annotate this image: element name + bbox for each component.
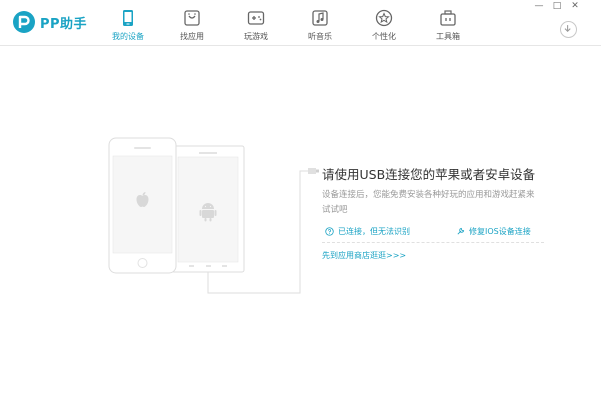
app-name: PP助手 xyxy=(40,16,88,32)
connected-not-recognized-link[interactable]: 已连接，但无法识别 xyxy=(325,226,410,237)
music-note-icon xyxy=(312,10,328,26)
nav-item-toolbox[interactable]: 工具箱 xyxy=(420,0,476,46)
device-illustration xyxy=(108,137,319,294)
connect-prompt-title: 请使用USB连接您的苹果或者安卓设备 xyxy=(322,167,536,182)
connect-prompt-description: 设备连接后，您能免费安装各种好玩的应用和游戏赶紧来试试吧 xyxy=(322,190,535,215)
repair-ios-connection-label: 修复IOS设备连接 xyxy=(469,227,531,236)
nav-item-play-games[interactable]: 玩游戏 xyxy=(228,0,284,46)
nav-label: 工具箱 xyxy=(436,32,460,41)
app-logo: PP助手 xyxy=(12,10,87,34)
nav-label: 找应用 xyxy=(180,32,204,41)
gamepad-icon xyxy=(247,11,265,25)
close-button[interactable]: ✕ xyxy=(568,0,582,12)
phone-icon xyxy=(123,10,133,26)
nav-label: 玩游戏 xyxy=(244,32,268,41)
browse-app-store-link[interactable]: 先到应用商店逛逛>>> xyxy=(322,250,406,261)
question-circle-icon xyxy=(325,227,334,236)
star-icon xyxy=(375,9,393,27)
nav-label: 个性化 xyxy=(372,32,396,41)
connected-not-recognized-label: 已连接，但无法识别 xyxy=(338,227,410,236)
download-button[interactable] xyxy=(560,21,577,38)
main-content xyxy=(0,47,601,402)
repair-ios-connection-link[interactable]: 修复IOS设备连接 xyxy=(456,226,531,237)
maximize-button[interactable]: □ xyxy=(550,0,564,12)
nav-item-personalize[interactable]: 个性化 xyxy=(356,0,412,46)
nav-item-find-apps[interactable]: 找应用 xyxy=(164,0,220,46)
pp-logo-icon xyxy=(13,11,35,33)
wrench-icon xyxy=(457,227,465,235)
divider xyxy=(322,242,544,243)
nav-label: 我的设备 xyxy=(112,32,144,41)
nav-label: 听音乐 xyxy=(308,32,332,41)
minimize-button[interactable]: — xyxy=(532,0,546,12)
title-bar: PP助手 我的设备 找应用 玩游戏 听音乐 个性化 工具箱 — □ ✕ xyxy=(0,0,601,46)
app-box-icon xyxy=(184,10,200,26)
toolbox-icon xyxy=(440,10,456,26)
nav-item-my-device[interactable]: 我的设备 xyxy=(100,0,156,46)
arrow-down-icon xyxy=(564,25,571,33)
nav-item-listen-music[interactable]: 听音乐 xyxy=(292,0,348,46)
